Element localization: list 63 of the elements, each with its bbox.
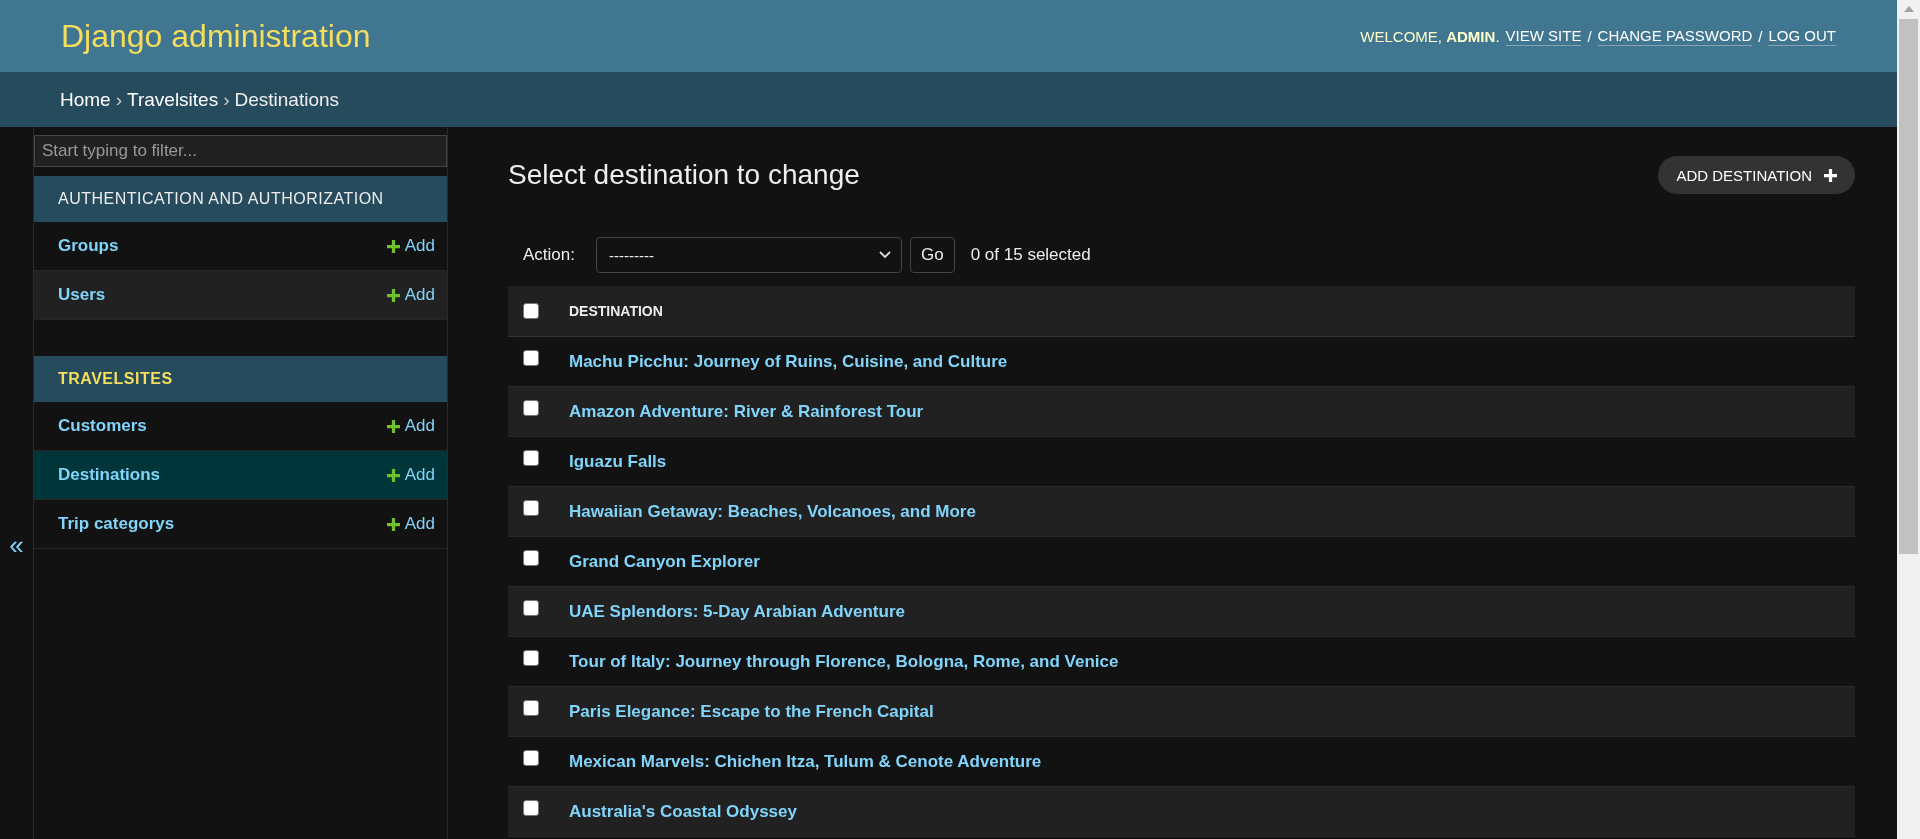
action-select[interactable]: ---------: [596, 237, 902, 273]
separator-text: /: [1758, 27, 1763, 45]
model-link[interactable]: Trip categorys: [58, 514, 175, 534]
row-checkbox[interactable]: [523, 799, 539, 816]
model-link[interactable]: Users: [58, 285, 106, 305]
model-link[interactable]: Destinations: [58, 465, 161, 485]
header-link[interactable]: CHANGE PASSWORD: [1597, 26, 1753, 46]
sidebar-toggle-button[interactable]: «: [5, 532, 28, 558]
scrollbar[interactable]: [1897, 0, 1920, 839]
action-label: Action:: [523, 245, 575, 265]
go-button[interactable]: Go: [910, 237, 955, 273]
breadcrumb-link[interactable]: Travelsites: [127, 88, 219, 111]
selection-counter: 0 of 15 selected: [970, 245, 1091, 265]
destination-link[interactable]: Australia's Coastal Odyssey: [569, 801, 797, 822]
destination-link[interactable]: Tour of Italy: Journey through Florence, Bologna, Rome, and Venice: [569, 651, 1119, 672]
row-checkbox[interactable]: [523, 699, 539, 716]
plus-icon: [1824, 168, 1837, 182]
separator-text: /: [1587, 27, 1592, 45]
row-checkbox[interactable]: [523, 449, 539, 466]
header-link[interactable]: LOG OUT: [1768, 26, 1836, 46]
add-link[interactable]: Add: [386, 465, 435, 485]
destination-link[interactable]: Hawaiian Getaway: Beaches, Volcanoes, and More: [569, 501, 976, 522]
destination-link[interactable]: UAE Splendors: 5-Day Arabian Adventure: [569, 601, 905, 622]
column-header[interactable]: DESTINATION: [569, 303, 663, 319]
add-link[interactable]: Add: [386, 285, 435, 305]
destination-link[interactable]: Iguazu Falls: [569, 451, 667, 472]
module-caption[interactable]: TRAVELSITES: [34, 356, 447, 402]
destination-link[interactable]: Paris Elegance: Escape to the French Capital: [569, 701, 934, 722]
row-checkbox[interactable]: [523, 649, 539, 666]
row-checkbox[interactable]: [523, 749, 539, 766]
page-title: Select destination to change: [508, 159, 860, 191]
destination-link[interactable]: Grand Canyon Explorer: [569, 551, 760, 572]
welcome-text: WELCOME, ADMIN.: [1360, 27, 1500, 45]
scrollbar-thumb[interactable]: [1899, 19, 1918, 554]
destination-link[interactable]: Machu Picchu: Journey of Ruins, Cuisine, and Culture: [569, 351, 1008, 372]
row-checkbox[interactable]: [523, 599, 539, 616]
destination-link[interactable]: Amazon Adventure: River & Rainforest Tour: [569, 401, 924, 422]
plus-icon: [386, 468, 400, 482]
destination-link[interactable]: Mexican Marvels: Chichen Itza, Tulum & Cenote Adventure: [569, 751, 1042, 772]
filter-field[interactable]: Start typing to filter...: [34, 135, 447, 167]
add-link[interactable]: Add: [386, 416, 435, 436]
breadcrumb-separator: ›: [115, 88, 122, 111]
header-link[interactable]: VIEW SITE: [1505, 26, 1582, 46]
breadcrumb-current: Destinations: [234, 88, 340, 111]
model-link[interactable]: Groups: [58, 236, 119, 256]
plus-icon: [386, 517, 400, 531]
add-link[interactable]: Add: [386, 236, 435, 256]
row-checkbox[interactable]: [523, 549, 539, 566]
select-all-checkbox[interactable]: [523, 303, 539, 319]
breadcrumb-link[interactable]: Home: [60, 88, 111, 111]
plus-icon: [386, 419, 400, 433]
site-title[interactable]: Django administration: [61, 17, 371, 55]
plus-icon: [386, 239, 400, 253]
model-link[interactable]: Customers: [58, 416, 147, 436]
chevron-down-icon: [879, 251, 891, 259]
row-checkbox[interactable]: [523, 349, 539, 366]
row-checkbox[interactable]: [523, 399, 539, 416]
add-link[interactable]: Add: [386, 514, 435, 534]
add-destination-button[interactable]: ADD DESTINATION: [1658, 156, 1855, 194]
breadcrumb-separator: ›: [223, 88, 230, 111]
row-checkbox[interactable]: [523, 499, 539, 516]
module-caption[interactable]: AUTHENTICATION AND AUTHORIZATION: [34, 176, 447, 222]
plus-icon: [386, 288, 400, 302]
